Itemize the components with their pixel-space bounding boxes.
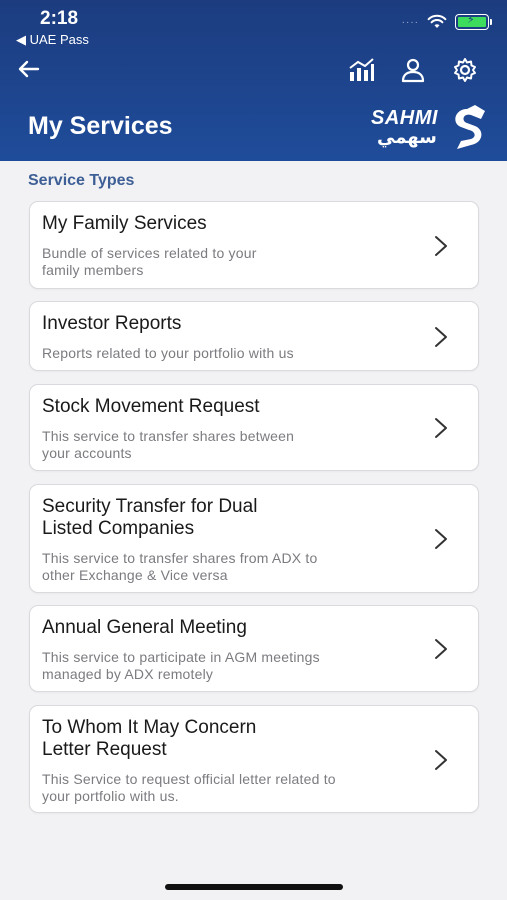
- card-title: Listed Companies: [42, 518, 195, 539]
- logo-arabic: سهمي: [377, 127, 437, 147]
- logo-mark-icon: [455, 105, 485, 149]
- card-description: Bundle of services related to your: [42, 245, 257, 261]
- signal-icon: ····: [401, 16, 419, 28]
- card-description: managed by ADX remotely: [42, 666, 214, 682]
- service-card-letter-request[interactable]: To Whom It May Concern Letter Request Th…: [29, 705, 479, 813]
- sahmi-logo: SAHMI سهمي: [371, 103, 489, 151]
- chevron-right-icon: [435, 639, 447, 659]
- card-title: Annual General Meeting: [42, 617, 247, 638]
- service-card-stock-movement[interactable]: Stock Movement Request This service to t…: [29, 384, 479, 471]
- card-description: This service to participate in AGM meeti…: [42, 649, 320, 665]
- card-description: your accounts: [42, 445, 132, 461]
- battery-icon: [455, 13, 492, 30]
- header-bar: 2:18 ◀ UAE Pass ···· My Services: [0, 0, 507, 161]
- chevron-right-icon: [435, 418, 447, 438]
- chart-icon[interactable]: [347, 56, 375, 84]
- card-title: Letter Request: [42, 739, 167, 760]
- status-indicators: ····: [401, 13, 492, 30]
- status-time: 2:18: [40, 8, 79, 29]
- service-card-investor-reports[interactable]: Investor Reports Reports related to your…: [29, 301, 479, 371]
- home-indicator[interactable]: [165, 884, 343, 890]
- card-description: other Exchange & Vice versa: [42, 567, 228, 583]
- chevron-right-icon: [435, 750, 447, 770]
- chevron-right-icon: [435, 327, 447, 347]
- card-title: My Family Services: [42, 213, 207, 234]
- chevron-right-icon: [435, 236, 447, 256]
- chevron-right-icon: [435, 529, 447, 549]
- profile-icon[interactable]: [399, 56, 427, 84]
- service-card-family[interactable]: My Family Services Bundle of services re…: [29, 201, 479, 289]
- card-description: This service to transfer shares between: [42, 428, 295, 444]
- card-title: Security Transfer for Dual: [42, 496, 258, 517]
- card-description: This service to transfer shares from ADX…: [42, 550, 318, 566]
- service-card-agm[interactable]: Annual General Meeting This service to p…: [29, 605, 479, 692]
- page-title: My Services: [28, 112, 173, 140]
- section-title: Service Types: [28, 172, 135, 189]
- service-card-security-transfer[interactable]: Security Transfer for Dual Listed Compan…: [29, 484, 479, 593]
- card-description: This Service to request official letter …: [42, 771, 336, 787]
- card-description: Reports related to your portfolio with u…: [42, 345, 294, 361]
- settings-gear-icon[interactable]: [451, 56, 479, 84]
- card-description: family members: [42, 262, 144, 278]
- back-arrow-icon[interactable]: [16, 56, 42, 82]
- wifi-icon: [427, 14, 447, 28]
- back-to-app-link[interactable]: ◀ UAE Pass: [16, 32, 89, 48]
- card-description: your portfolio with us.: [42, 788, 179, 804]
- card-title: Stock Movement Request: [42, 396, 260, 417]
- card-title: Investor Reports: [42, 313, 182, 334]
- card-title: To Whom It May Concern: [42, 717, 257, 738]
